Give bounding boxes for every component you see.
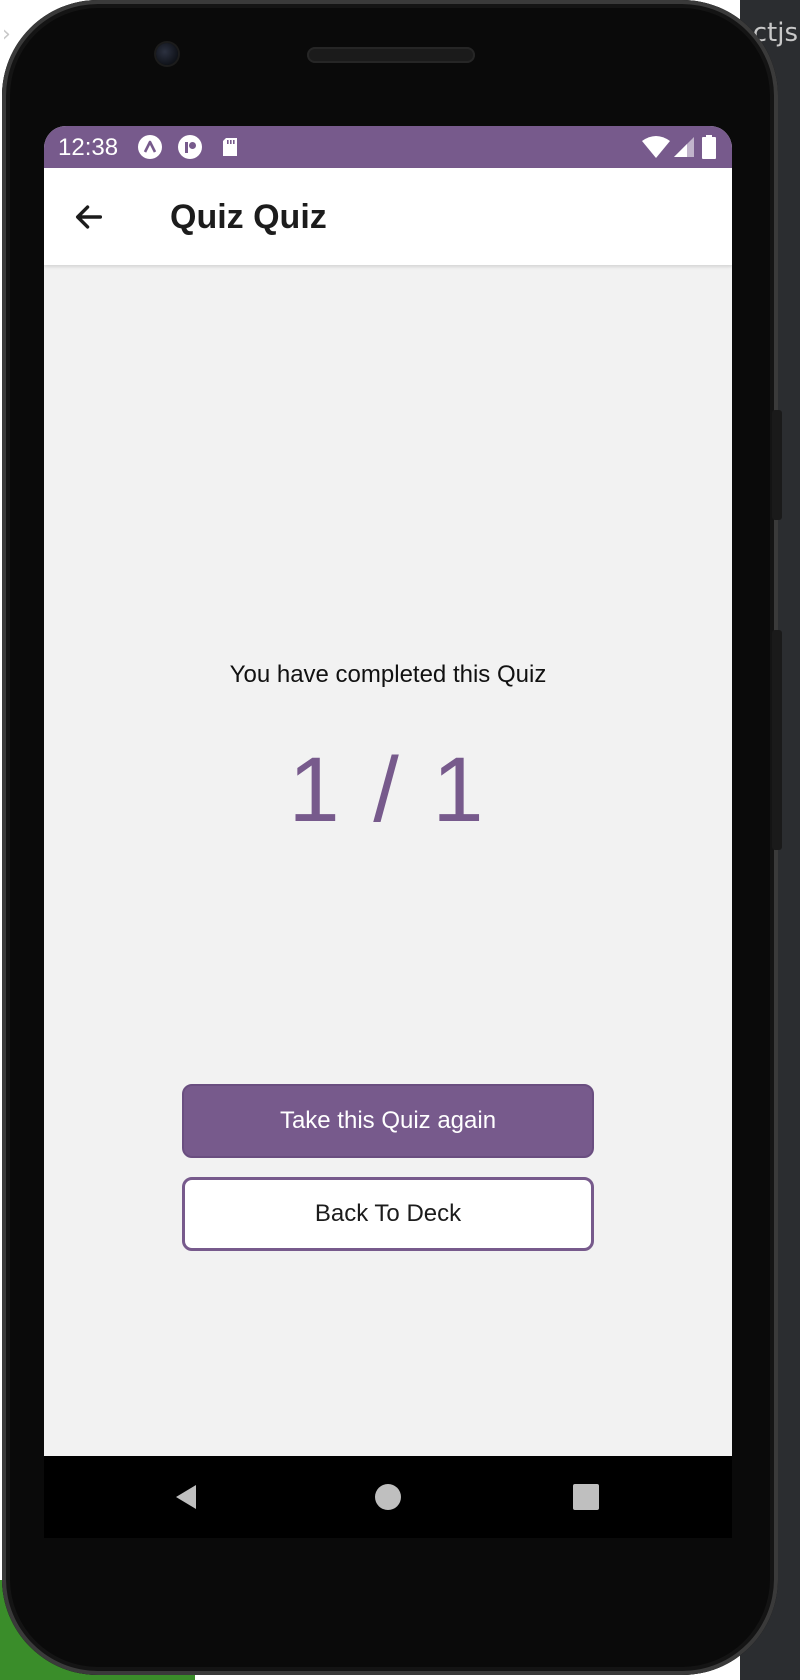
system-nav-bar (44, 1456, 732, 1538)
page-title: Quiz Quiz (170, 198, 327, 236)
cell-signal-icon (674, 137, 694, 157)
nav-back-icon[interactable] (167, 1477, 207, 1517)
battery-icon (702, 135, 716, 159)
volume-button (772, 630, 782, 850)
status-time: 12:38 (58, 134, 119, 161)
back-to-deck-button[interactable]: Back To Deck (182, 1177, 594, 1251)
sd-card-icon (223, 138, 237, 156)
nav-recents-icon[interactable] (566, 1477, 606, 1517)
front-camera (156, 43, 178, 65)
completion-message: You have completed this Quiz (229, 661, 547, 688)
nav-home-icon[interactable] (368, 1477, 408, 1517)
wifi-icon (642, 136, 670, 158)
earpiece-speaker (307, 47, 475, 63)
back-arrow-icon[interactable] (72, 200, 106, 234)
power-button (772, 410, 782, 520)
app-bar: Quiz Quiz (44, 168, 732, 265)
app-p-icon (178, 135, 202, 159)
retake-quiz-button[interactable]: Take this Quiz again (182, 1084, 594, 1158)
app-a-icon (138, 135, 162, 159)
app-screen: 12:38 Quiz Quiz You have completed this … (44, 126, 732, 1456)
background-chevron-icon: › (2, 22, 11, 47)
status-bar: 12:38 (44, 126, 732, 168)
score-display: 1 / 1 (288, 739, 488, 841)
